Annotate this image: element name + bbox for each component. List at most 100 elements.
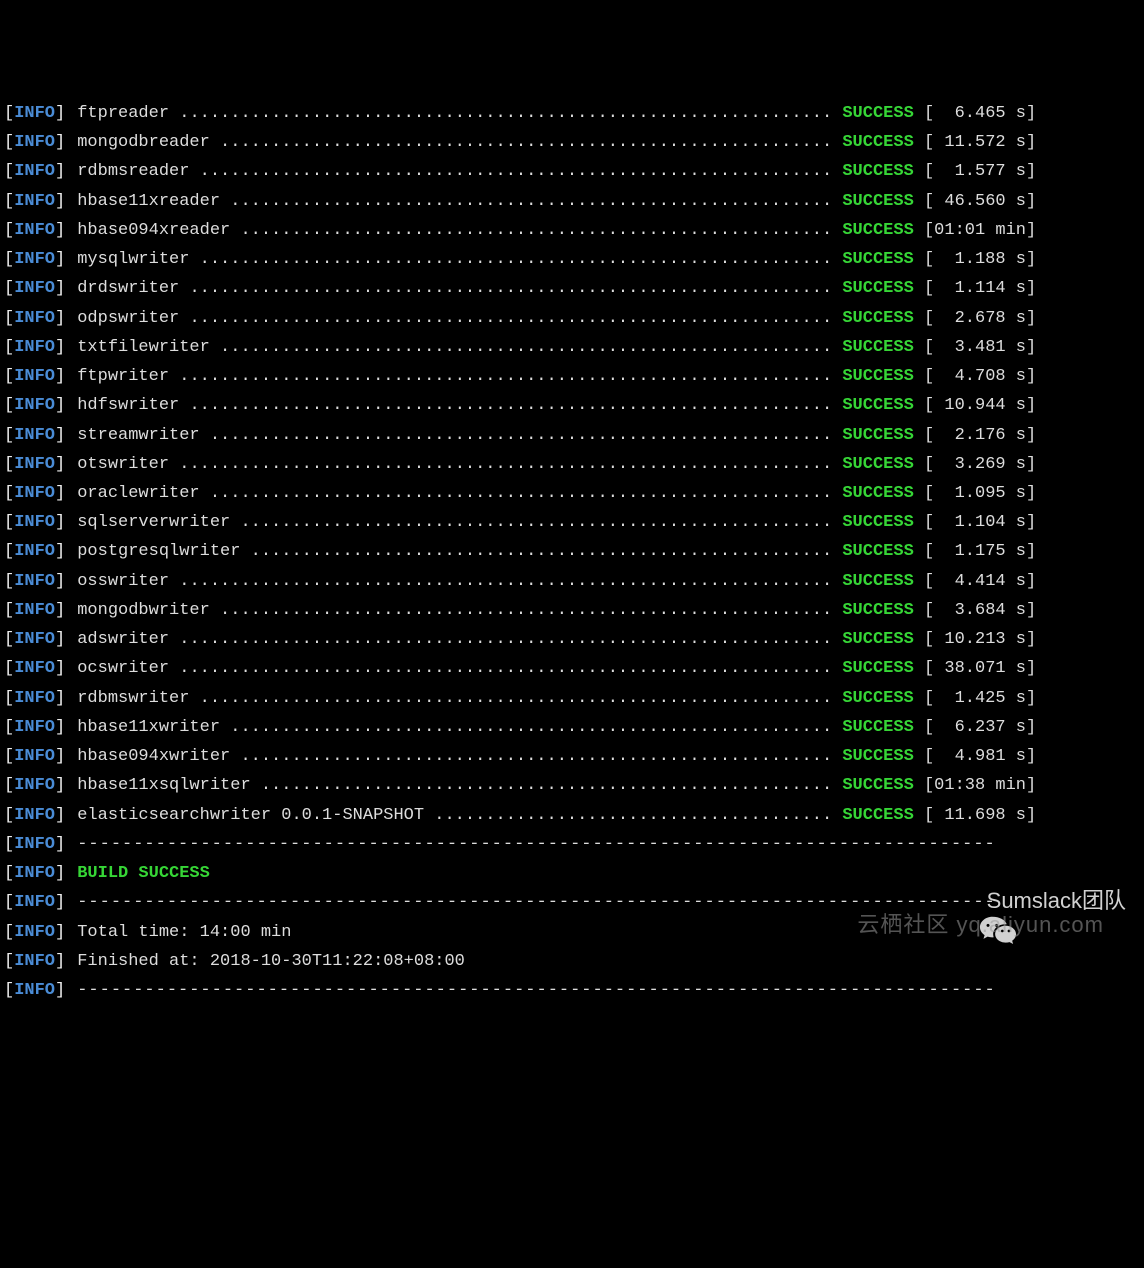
build-time: [ 6.237 s]: [914, 713, 1036, 742]
module-name: hbase11xreader: [77, 187, 220, 216]
build-row: [INFO]hdfswriter .......................…: [4, 391, 1140, 420]
module-name: sqlserverwriter: [77, 508, 230, 537]
status-label: SUCCESS: [842, 421, 913, 450]
status-label: SUCCESS: [842, 216, 913, 245]
module-name: otswriter: [77, 450, 169, 479]
build-row: [INFO]ftpwriter ........................…: [4, 362, 1140, 391]
module-name: mongodbwriter: [77, 596, 210, 625]
build-row: [INFO]adswriter ........................…: [4, 625, 1140, 654]
build-row: [INFO]mongodbwriter ....................…: [4, 596, 1140, 625]
module-name: drdswriter: [77, 274, 179, 303]
watermark-text-2: 云栖社区 yq.aliyun.com: [857, 906, 1104, 944]
build-row: [INFO]hbase094xwriter ..................…: [4, 742, 1140, 771]
build-time: [ 2.678 s]: [914, 304, 1036, 333]
status-label: SUCCESS: [842, 128, 913, 157]
build-row: [INFO]oraclewriter .....................…: [4, 479, 1140, 508]
finished-at-row: [INFO]Finished at: 2018-10-30T11:22:08+0…: [4, 947, 1140, 976]
build-time: [ 1.188 s]: [914, 245, 1036, 274]
build-row: [INFO]hbase11xsqlwriter ................…: [4, 771, 1140, 800]
status-label: SUCCESS: [842, 187, 913, 216]
build-row: [INFO]odpswriter .......................…: [4, 304, 1140, 333]
build-row: [INFO]mysqlwriter ......................…: [4, 245, 1140, 274]
module-name: hbase11xsqlwriter: [77, 771, 250, 800]
build-row: [INFO]streamwriter .....................…: [4, 421, 1140, 450]
module-name: rdbmswriter: [77, 684, 189, 713]
module-name: postgresqlwriter: [77, 537, 240, 566]
module-name: txtfilewriter: [77, 333, 210, 362]
build-time: [ 11.698 s]: [914, 801, 1036, 830]
build-time: [ 6.465 s]: [914, 99, 1036, 128]
build-time: [ 1.104 s]: [914, 508, 1036, 537]
build-time: [ 3.684 s]: [914, 596, 1036, 625]
build-time: [ 3.269 s]: [914, 450, 1036, 479]
module-name: hbase11xwriter: [77, 713, 220, 742]
module-name: adswriter: [77, 625, 169, 654]
module-name: streamwriter: [77, 421, 199, 450]
status-label: SUCCESS: [842, 684, 913, 713]
build-time: [ 10.213 s]: [914, 625, 1036, 654]
module-name: rdbmsreader: [77, 157, 189, 186]
module-name: odpswriter: [77, 304, 179, 333]
module-name: ftpreader: [77, 99, 169, 128]
build-time: [ 4.708 s]: [914, 362, 1036, 391]
divider-row: [INFO]----------------------------------…: [4, 830, 1140, 859]
status-label: SUCCESS: [842, 99, 913, 128]
build-time: [ 38.071 s]: [914, 654, 1036, 683]
build-time: [ 2.176 s]: [914, 421, 1036, 450]
build-row: [INFO]otswriter ........................…: [4, 450, 1140, 479]
terminal-output: [INFO] [INFO]ftpreader .................…: [4, 93, 1140, 1005]
build-row: [INFO]rdbmsreader ......................…: [4, 157, 1140, 186]
build-row: [INFO]sqlserverwriter ..................…: [4, 508, 1140, 537]
status-label: SUCCESS: [842, 157, 913, 186]
build-time: [ 1.425 s]: [914, 684, 1036, 713]
status-label: SUCCESS: [842, 537, 913, 566]
status-label: SUCCESS: [842, 450, 913, 479]
build-time: [ 4.981 s]: [914, 742, 1036, 771]
module-name: ocswriter: [77, 654, 169, 683]
module-name: mongodbreader: [77, 128, 210, 157]
status-label: SUCCESS: [842, 596, 913, 625]
build-row: [INFO]mongodbreader ....................…: [4, 128, 1140, 157]
build-row: [INFO]drdswriter .......................…: [4, 274, 1140, 303]
status-label: SUCCESS: [842, 274, 913, 303]
build-time: [ 1.114 s]: [914, 274, 1036, 303]
module-name: ftpwriter: [77, 362, 169, 391]
build-time: [01:38 min]: [914, 771, 1036, 800]
build-row: [INFO]ftpreader ........................…: [4, 99, 1140, 128]
build-row: [INFO]elasticsearchwriter 0.0.1-SNAPSHOT…: [4, 801, 1140, 830]
module-name: mysqlwriter: [77, 245, 189, 274]
build-row: [INFO]osswriter ........................…: [4, 567, 1140, 596]
build-row: [INFO]postgresqlwriter .................…: [4, 537, 1140, 566]
status-label: SUCCESS: [842, 625, 913, 654]
build-row: [INFO]hbase094xreader ..................…: [4, 216, 1140, 245]
build-time: [01:01 min]: [914, 216, 1036, 245]
status-label: SUCCESS: [842, 713, 913, 742]
build-row: [INFO]ocswriter ........................…: [4, 654, 1140, 683]
build-row: [INFO]txtfilewriter ....................…: [4, 333, 1140, 362]
status-label: SUCCESS: [842, 567, 913, 596]
status-label: SUCCESS: [842, 362, 913, 391]
status-label: SUCCESS: [842, 771, 913, 800]
status-label: SUCCESS: [842, 304, 913, 333]
build-time: [ 10.944 s]: [914, 391, 1036, 420]
build-time: [ 3.481 s]: [914, 333, 1036, 362]
build-time: [ 1.095 s]: [914, 479, 1036, 508]
module-name: hdfswriter: [77, 391, 179, 420]
build-row: [INFO]hbase11xreader ...................…: [4, 187, 1140, 216]
build-time: [ 1.577 s]: [914, 157, 1036, 186]
status-label: SUCCESS: [842, 479, 913, 508]
status-label: SUCCESS: [842, 654, 913, 683]
build-time: [ 4.414 s]: [914, 567, 1036, 596]
status-label: SUCCESS: [842, 742, 913, 771]
build-time: [ 11.572 s]: [914, 128, 1036, 157]
divider-row: [INFO]----------------------------------…: [4, 976, 1140, 1005]
module-name: osswriter: [77, 567, 169, 596]
build-time: [ 1.175 s]: [914, 537, 1036, 566]
status-label: SUCCESS: [842, 333, 913, 362]
status-label: SUCCESS: [842, 391, 913, 420]
status-label: SUCCESS: [842, 245, 913, 274]
module-name: oraclewriter: [77, 479, 199, 508]
module-name: hbase094xreader: [77, 216, 230, 245]
module-name: hbase094xwriter: [77, 742, 230, 771]
status-label: SUCCESS: [842, 801, 913, 830]
